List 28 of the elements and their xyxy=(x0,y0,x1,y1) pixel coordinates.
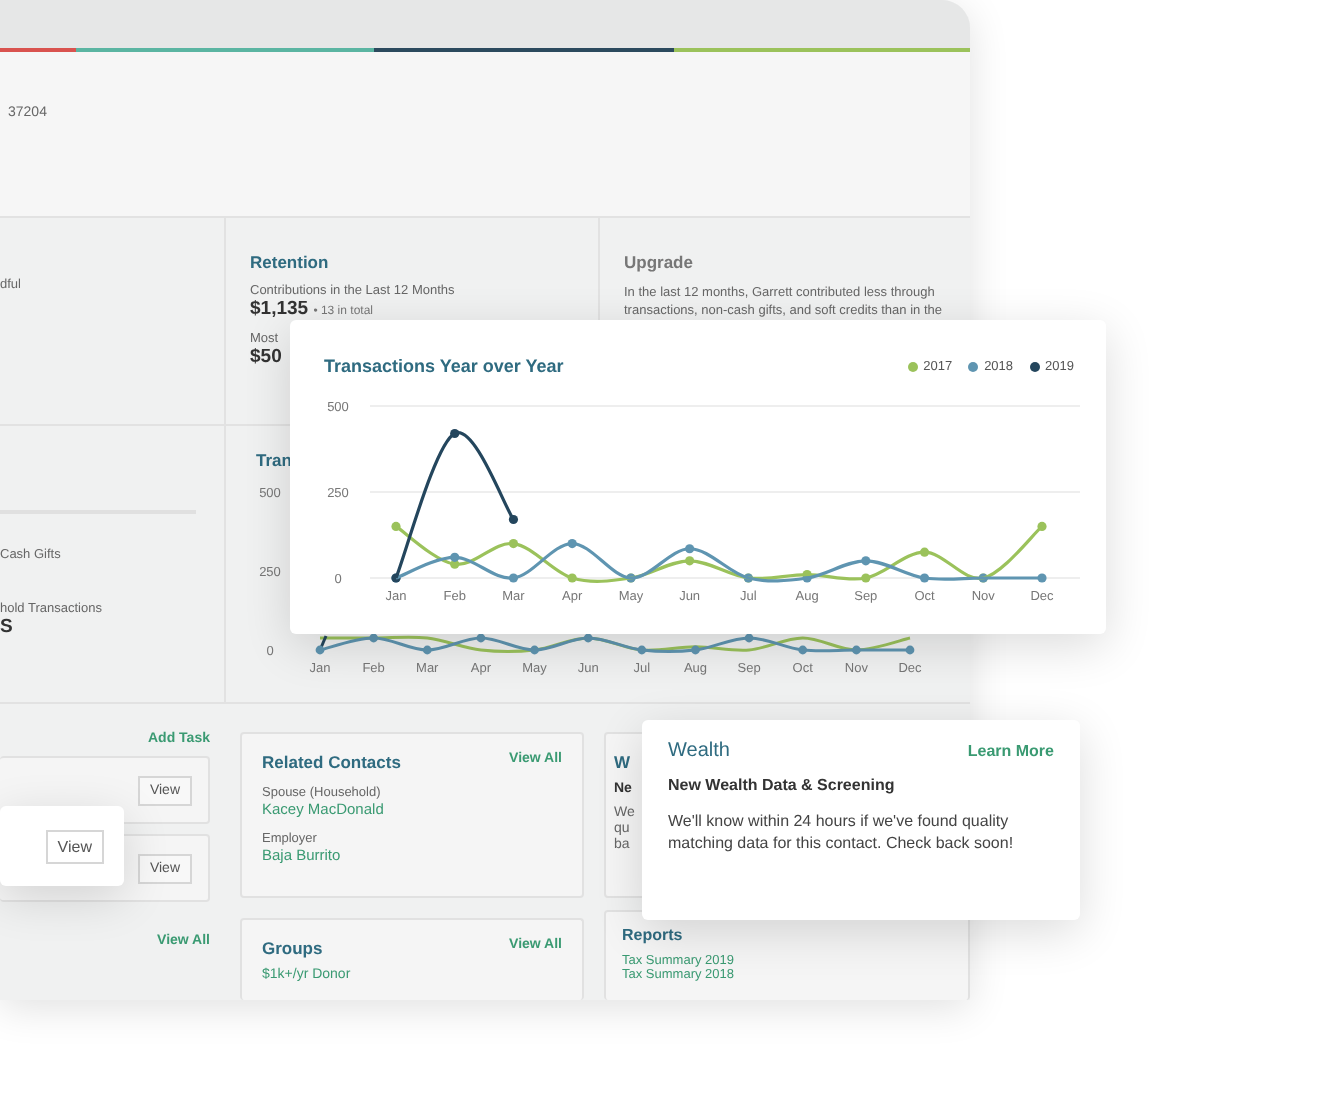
wealth-text: We'll know within 24 hours if we've found quality matching data for this contact. Check back soon! xyxy=(668,810,1016,854)
retention-title: Retention xyxy=(250,251,331,272)
data-point xyxy=(919,547,930,557)
data-point xyxy=(919,573,930,583)
data-point xyxy=(450,428,460,439)
data-point xyxy=(861,573,871,583)
chart-title: Tran xyxy=(254,450,294,475)
wealth-title: Wealth xyxy=(668,740,730,762)
transactions-value: S xyxy=(0,616,13,639)
chart-title: Transactions Year over Year xyxy=(324,356,564,376)
card-title: Reports xyxy=(622,926,685,944)
view-button[interactable]: View xyxy=(45,829,104,863)
learn-more-link[interactable]: Learn More xyxy=(967,742,1054,760)
card-title: Related Contacts xyxy=(262,752,401,772)
data-point xyxy=(567,539,577,549)
data-point xyxy=(1037,573,1047,583)
data-point xyxy=(861,556,871,566)
data-point xyxy=(391,521,401,531)
card-title: Groups xyxy=(262,938,323,958)
most-amount: $50 xyxy=(250,345,282,368)
data-point xyxy=(508,573,519,583)
card-title: W xyxy=(614,752,633,772)
data-point xyxy=(508,539,519,549)
data-point xyxy=(1037,521,1047,531)
data-point xyxy=(567,573,577,583)
wealth-heading: New Wealth Data & Screening xyxy=(668,776,895,794)
upgrade-title: Upgrade xyxy=(624,251,695,272)
data-point xyxy=(508,514,519,525)
